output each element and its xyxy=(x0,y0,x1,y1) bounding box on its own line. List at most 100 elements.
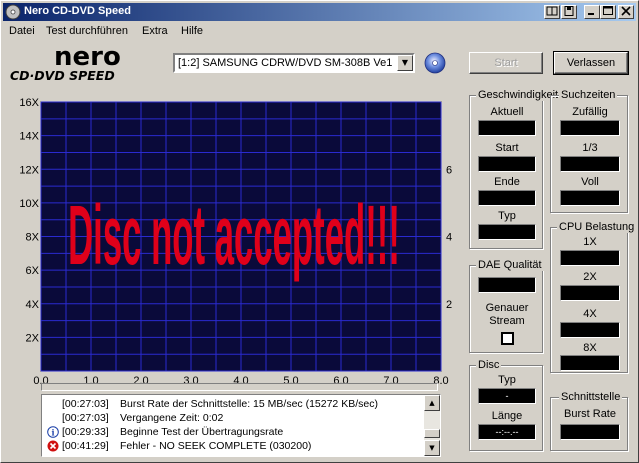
speed-type-label: Typ xyxy=(498,210,516,222)
interface-burst-label: Burst Rate xyxy=(564,408,616,420)
y-left-tick-label: 16X xyxy=(19,97,39,109)
drive-select-value: [1:2] SAMSUNG CDRW/DVD SM-308B Ve1 xyxy=(178,57,393,69)
log-message: Beginne Test der Übertragungsrate xyxy=(120,426,284,438)
y-right-tick-label: 6 xyxy=(446,164,452,176)
cpu-1x-value xyxy=(560,250,620,266)
maximize-icon[interactable] xyxy=(600,5,616,19)
window-title: Nero CD-DVD Speed xyxy=(24,5,131,17)
speed-group: Geschwindigkeit Aktuell Start Ende Typ xyxy=(469,89,561,249)
scroll-up-icon[interactable]: ▲ xyxy=(424,395,440,411)
cpu-group-title: CPU Belastung xyxy=(557,221,637,233)
start-button[interactable]: Start xyxy=(469,52,543,74)
dae-accurate-label: Genauer xyxy=(485,302,529,314)
cpu-4x-label: 4X xyxy=(583,308,597,320)
interface-burst-value xyxy=(560,424,620,440)
log-message: Burst Rate der Schnittstelle: 15 MB/sec … xyxy=(120,398,378,410)
speed-type-value xyxy=(478,224,536,240)
seek-third-label: 1/3 xyxy=(582,142,598,154)
menu-datei[interactable]: Datei xyxy=(9,25,35,37)
y-left-tick-label: 12X xyxy=(19,164,39,176)
log-time: [00:41:29] xyxy=(62,440,109,452)
chart-horizontal-scrollbar[interactable] xyxy=(41,383,438,391)
seek-full-value xyxy=(560,190,620,206)
speed-start-label: Start xyxy=(495,142,519,154)
logo-subtext: CD·DVD SPEED xyxy=(10,68,115,83)
dae-group: DAE Qualität Genauer Stream xyxy=(469,259,544,353)
speed-group-title: Geschwindigkeit xyxy=(476,89,561,101)
y-right-tick-label: 2 xyxy=(446,299,452,311)
speed-end-value xyxy=(478,190,536,206)
close-icon[interactable] xyxy=(618,5,634,19)
menu-hilfe[interactable]: Hilfe xyxy=(181,25,203,37)
disc-group-title: Disc xyxy=(476,359,502,371)
disc-type-label: Typ xyxy=(498,374,516,386)
log-row: [00:27:03] Burst Rate der Schnittstelle:… xyxy=(42,397,425,411)
seek-full-label: Voll xyxy=(581,176,599,188)
save-icon[interactable] xyxy=(561,5,577,19)
accurate-stream-checkbox[interactable] xyxy=(501,332,514,345)
y-right-tick-label: 4 xyxy=(446,232,452,244)
log-message: Fehler - NO SEEK COMPLETE (030200) xyxy=(120,440,312,452)
main-window: Nero CD-DVD Speed Datei Test durchführen… xyxy=(0,0,639,463)
speed-chart: 0.0 1.0 2.0 3.0 4.0 5.0 6.0 7.0 8.02X4X6X8X10X12… xyxy=(19,97,452,387)
menu-test[interactable]: Test durchführen xyxy=(46,25,128,37)
cpu-1x-label: 1X xyxy=(583,236,597,248)
disc-not-accepted-message: Disc not accepted!!! xyxy=(68,188,400,282)
disc-length-value: --:--.-- xyxy=(478,424,536,440)
exit-button[interactable]: Verlassen xyxy=(553,51,629,75)
speed-start-value xyxy=(478,156,536,172)
log-list: [00:27:03] Burst Rate der Schnittstelle:… xyxy=(41,394,441,457)
chart-area: 0.0 1.0 2.0 3.0 4.0 5.0 6.0 7.0 8.0 2X 4X 6X 8X 10X 12… xyxy=(1,89,467,389)
interface-group-title: Schnittstelle xyxy=(559,391,623,403)
log-time: [00:29:33] xyxy=(62,426,109,438)
scroll-down-icon[interactable]: ▼ xyxy=(424,440,440,456)
drive-select[interactable]: [1:2] SAMSUNG CDRW/DVD SM-308B Ve1 ▼ xyxy=(173,53,415,73)
log-row: [00:41:29] Fehler - NO SEEK COMPLETE (03… xyxy=(42,439,425,453)
y-left-tick-label: 6X xyxy=(26,265,40,277)
menu-bar: Datei Test durchführen Extra Hilfe xyxy=(3,22,636,41)
chevron-down-icon[interactable]: ▼ xyxy=(397,55,413,71)
log-message: Vergangene Zeit: 0:02 xyxy=(120,412,224,424)
log-row: [00:27:03] Vergangene Zeit: 0:02 xyxy=(42,411,425,425)
interface-group: Schnittstelle Burst Rate xyxy=(550,391,628,451)
cpu-8x-label: 8X xyxy=(583,342,597,354)
log-time: [00:27:03] xyxy=(62,398,109,410)
seek-group: Suchzeiten Zufällig 1/3 Voll xyxy=(550,89,628,213)
error-icon xyxy=(47,440,59,452)
drive-info-icon[interactable] xyxy=(424,52,446,74)
disc-length-label: Länge xyxy=(491,410,523,422)
minimize-icon[interactable] xyxy=(584,5,600,19)
seek-third-value xyxy=(560,156,620,172)
seek-random-value xyxy=(560,120,620,136)
cpu-4x-value xyxy=(560,322,620,338)
help-icon[interactable] xyxy=(544,5,560,19)
dae-value xyxy=(478,277,536,293)
log-time: [00:27:03] xyxy=(62,412,109,424)
speed-current-value xyxy=(478,120,536,136)
cpu-group: CPU Belastung 1X 2X 4X 8X xyxy=(550,221,637,373)
speed-end-label: Ende xyxy=(494,176,520,188)
title-bar[interactable]: Nero CD-DVD Speed xyxy=(3,3,636,21)
seek-random-label: Zufällig xyxy=(572,106,608,118)
cd-app-icon xyxy=(5,4,21,20)
log-row: i [00:29:33] Beginne Test der Übertragun… xyxy=(42,425,425,439)
y-left-tick-label: 4X xyxy=(26,299,40,311)
scroll-thumb[interactable] xyxy=(424,429,440,438)
disc-group: Disc Typ - Länge --:--.-- xyxy=(469,359,543,451)
cpu-2x-label: 2X xyxy=(583,271,597,283)
nero-logo: nero CD·DVD SPEED xyxy=(10,43,121,83)
log-scrollbar[interactable]: ▲ ▼ xyxy=(424,395,440,456)
y-left-tick-label: 2X xyxy=(26,332,40,344)
info-icon: i xyxy=(47,426,59,438)
seek-group-title: Suchzeiten xyxy=(559,89,618,101)
speed-current-label: Aktuell xyxy=(490,106,524,118)
y-left-tick-label: 14X xyxy=(19,131,39,143)
cpu-8x-value xyxy=(560,355,620,371)
svg-text:i: i xyxy=(51,427,54,437)
dae-stream-label: Stream xyxy=(489,315,525,327)
y-left-tick-label: 10X xyxy=(19,198,39,210)
dae-group-title: DAE Qualität xyxy=(476,259,544,271)
menu-extra[interactable]: Extra xyxy=(142,25,168,37)
y-left-tick-label: 8X xyxy=(26,232,40,244)
cpu-2x-value xyxy=(560,285,620,301)
